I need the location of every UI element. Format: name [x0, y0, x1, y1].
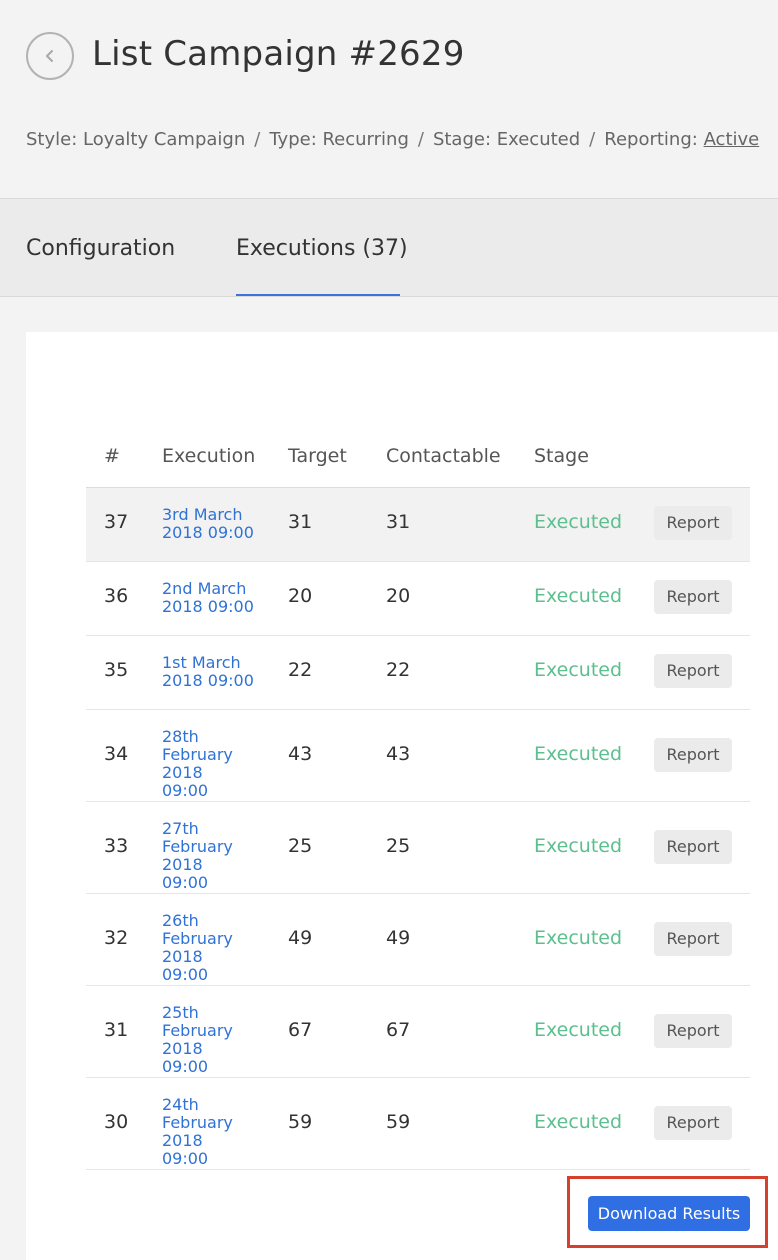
table-row: 37 3rd March 2018 09:00 31 31 Executed R… [86, 488, 750, 562]
target-value: 31 [288, 511, 313, 533]
stage-status: Executed [534, 927, 623, 949]
row-number: 30 [104, 1111, 129, 1133]
table-row: 31 25th February 2018 09:00 67 67 Execut… [86, 986, 750, 1078]
column-header-execution: Execution [162, 445, 256, 467]
meta-reporting-label: Reporting: [604, 129, 698, 150]
stage-status: Executed [534, 585, 623, 607]
execution-link[interactable]: 1st March 2018 09:00 [162, 654, 262, 690]
meta-type: Type: Recurring [269, 129, 409, 150]
target-value: 49 [288, 927, 313, 949]
target-value: 59 [288, 1111, 313, 1133]
column-header-number: # [104, 445, 120, 467]
table-row: 35 1st March 2018 09:00 22 22 Executed R… [86, 636, 750, 710]
tab-bar: Configuration Executions (37) [0, 198, 778, 297]
table-header: # Execution Target Contactable Stage [86, 440, 750, 488]
tab-executions[interactable]: Executions (37) [236, 235, 408, 263]
stage-status: Executed [534, 835, 623, 857]
contactable-value: 43 [386, 743, 411, 765]
tab-configuration[interactable]: Configuration [26, 235, 175, 263]
chevron-left-icon [46, 50, 53, 62]
stage-status: Executed [534, 1019, 623, 1041]
execution-link[interactable]: 24th February 2018 09:00 [162, 1096, 252, 1168]
target-value: 67 [288, 1019, 313, 1041]
table-row: 36 2nd March 2018 09:00 20 20 Executed R… [86, 562, 750, 636]
page-header: List Campaign #2629 Style: Loyalty Campa… [0, 0, 778, 198]
execution-link[interactable]: 27th February 2018 09:00 [162, 820, 252, 892]
page-title: List Campaign #2629 [92, 34, 465, 74]
report-button[interactable]: Report [654, 830, 732, 864]
stage-status: Executed [534, 511, 623, 533]
table-row: 34 28th February 2018 09:00 43 43 Execut… [86, 710, 750, 802]
contactable-value: 20 [386, 585, 411, 607]
contactable-value: 59 [386, 1111, 411, 1133]
row-number: 37 [104, 511, 129, 533]
row-number: 31 [104, 1019, 129, 1041]
row-number: 32 [104, 927, 129, 949]
target-value: 43 [288, 743, 313, 765]
contactable-value: 22 [386, 659, 411, 681]
meta-separator: / [254, 129, 261, 150]
contactable-value: 49 [386, 927, 411, 949]
execution-link[interactable]: 3rd March 2018 09:00 [162, 506, 262, 542]
meta-separator: / [589, 129, 596, 150]
report-button[interactable]: Report [654, 738, 732, 772]
meta-stage: Stage: Executed [432, 129, 581, 150]
highlight-annotation [567, 1176, 768, 1248]
meta-separator: / [417, 129, 424, 150]
target-value: 20 [288, 585, 313, 607]
execution-link[interactable]: 25th February 2018 09:00 [162, 1004, 252, 1076]
report-button[interactable]: Report [654, 580, 732, 614]
report-button[interactable]: Report [654, 654, 732, 688]
column-header-stage: Stage [534, 445, 589, 467]
target-value: 22 [288, 659, 313, 681]
contactable-value: 67 [386, 1019, 411, 1041]
execution-link[interactable]: 2nd March 2018 09:00 [162, 580, 262, 616]
meta-style: Style: Loyalty Campaign [26, 129, 246, 150]
stage-status: Executed [534, 659, 623, 681]
report-button[interactable]: Report [654, 922, 732, 956]
back-button[interactable] [26, 32, 74, 80]
target-value: 25 [288, 835, 313, 857]
campaign-meta: Style: Loyalty Campaign / Type: Recurring /… [26, 128, 759, 152]
report-button[interactable]: Report [654, 506, 732, 540]
contactable-value: 31 [386, 511, 411, 533]
row-number: 33 [104, 835, 129, 857]
table-row: 32 26th February 2018 09:00 49 49 Execut… [86, 894, 750, 986]
active-tab-indicator [236, 294, 400, 296]
table-row: 33 27th February 2018 09:00 25 25 Execut… [86, 802, 750, 894]
row-number: 34 [104, 743, 129, 765]
report-button[interactable]: Report [654, 1014, 732, 1048]
report-button[interactable]: Report [654, 1106, 732, 1140]
execution-link[interactable]: 28th February 2018 09:00 [162, 728, 252, 800]
column-header-target: Target [288, 445, 347, 467]
table-row: 30 24th February 2018 09:00 59 59 Execut… [86, 1078, 750, 1170]
column-header-contactable: Contactable [386, 445, 501, 467]
reporting-status-link[interactable]: Active [704, 129, 760, 150]
stage-status: Executed [534, 743, 623, 765]
execution-link[interactable]: 26th February 2018 09:00 [162, 912, 252, 984]
row-number: 35 [104, 659, 129, 681]
stage-status: Executed [534, 1111, 623, 1133]
contactable-value: 25 [386, 835, 411, 857]
row-number: 36 [104, 585, 129, 607]
